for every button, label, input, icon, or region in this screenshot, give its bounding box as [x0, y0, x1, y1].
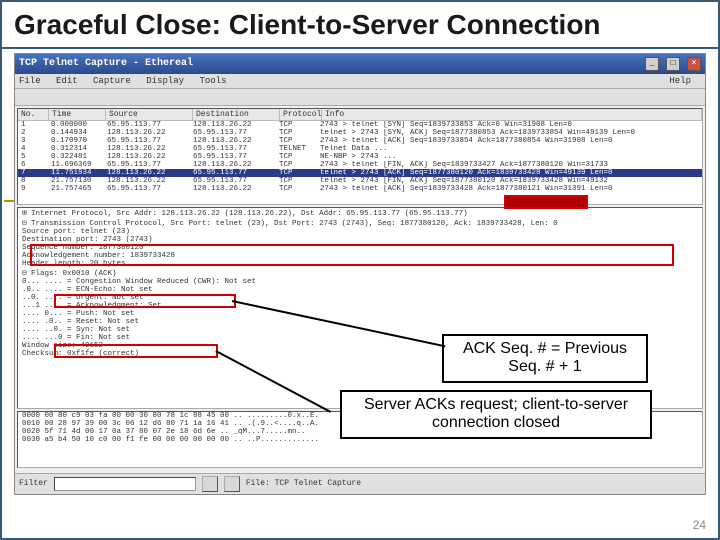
col-no[interactable]: No. — [18, 109, 49, 120]
menu-display[interactable]: Display — [146, 76, 184, 86]
detail-line[interactable]: Source port: telnet (23) — [18, 228, 702, 236]
detail-line[interactable]: Header length: 20 bytes — [18, 260, 702, 268]
menu-edit[interactable]: Edit — [56, 76, 78, 86]
col-destination[interactable]: Destination — [193, 109, 280, 120]
table-row[interactable]: 30.17097065.95.113.77128.113.26.22TCP274… — [18, 137, 702, 145]
detail-line[interactable]: .0.. .... = ECN-Echo: Not set — [18, 286, 702, 294]
reset-button[interactable] — [202, 476, 218, 492]
col-time[interactable]: Time — [49, 109, 106, 120]
close-icon[interactable]: × — [687, 57, 701, 71]
filter-input[interactable] — [54, 477, 196, 491]
table-row[interactable]: 611.69636965.95.113.77128.113.26.22TCP27… — [18, 161, 702, 169]
detail-line[interactable]: 0... .... = Congestion Window Reduced (C… — [18, 278, 702, 286]
col-info[interactable]: Info — [322, 109, 702, 120]
detail-line[interactable]: .... 0... = Push: Not set — [18, 310, 702, 318]
status-bar: Filter File: TCP Telnet Capture — [15, 473, 705, 494]
detail-line[interactable]: Acknowledgement number: 1839733428 — [18, 252, 702, 260]
menubar: File Edit Capture Display Tools Help — [15, 74, 705, 89]
menu-help[interactable]: Help — [669, 76, 691, 86]
menu-tools[interactable]: Tools — [199, 76, 226, 86]
table-row[interactable]: 40.312314128.113.26.2265.95.113.77TELNET… — [18, 145, 702, 153]
detail-line[interactable]: Sequence number: 1877380120 — [18, 244, 702, 252]
toolbar — [15, 89, 705, 106]
table-row[interactable]: 821.757130128.113.26.2265.95.113.77TCPte… — [18, 177, 702, 185]
slide-title: Graceful Close: Client-to-Server Connect… — [2, 2, 718, 49]
detail-line[interactable]: ⊟ Flags: 0x0010 (ACK) — [18, 268, 702, 278]
column-headers: No. Time Source Destination Protocol Inf… — [18, 109, 702, 121]
callout-server-acks: Server ACKs request; client-to-server co… — [340, 390, 652, 439]
table-row[interactable]: 921.75746565.95.113.77128.113.26.22TCP27… — [18, 185, 702, 193]
window-controls: _ □ × — [644, 57, 701, 71]
col-source[interactable]: Source — [106, 109, 193, 120]
page-number: 24 — [693, 518, 706, 532]
col-protocol[interactable]: Protocol — [280, 109, 322, 120]
window-title: TCP Telnet Capture - Ethereal — [19, 58, 193, 69]
maximize-icon[interactable]: □ — [666, 57, 680, 71]
packet-list-pane[interactable]: No. Time Source Destination Protocol Inf… — [17, 108, 703, 205]
table-row[interactable]: 50.322481128.113.26.2265.95.113.77TCPNE-… — [18, 153, 702, 161]
filter-label: Filter — [19, 479, 48, 488]
detail-line[interactable]: Destination port: 2743 (2743) — [18, 236, 702, 244]
detail-line[interactable]: ...1 .... = Acknowledgment: Set — [18, 302, 702, 310]
window-titlebar: TCP Telnet Capture - Ethereal _ □ × — [15, 54, 705, 74]
table-row[interactable]: 20.144934128.113.26.2265.95.113.77TCPtel… — [18, 129, 702, 137]
menu-capture[interactable]: Capture — [93, 76, 131, 86]
detail-line[interactable]: ⊟ Transmission Control Protocol, Src Por… — [18, 218, 702, 228]
minimize-icon[interactable]: _ — [645, 57, 659, 71]
detail-line[interactable]: .... .0.. = Reset: Not set — [18, 318, 702, 326]
menu-file[interactable]: File — [19, 76, 41, 86]
callout-ack-seq: ACK Seq. # = Previous Seq. # + 1 — [442, 334, 648, 383]
table-row[interactable]: 711.751934128.113.26.2265.95.113.77TCPte… — [18, 169, 702, 177]
apply-button[interactable] — [224, 476, 240, 492]
status-file: File: TCP Telnet Capture — [246, 479, 361, 488]
detail-line[interactable]: ..0. .... = Urgent: Not set — [18, 294, 702, 302]
table-row[interactable]: 10.00000065.95.113.77128.113.26.22TCP274… — [18, 121, 702, 129]
detail-line[interactable]: ⊞ Internet Protocol, Src Addr: 128.113.2… — [18, 208, 702, 218]
